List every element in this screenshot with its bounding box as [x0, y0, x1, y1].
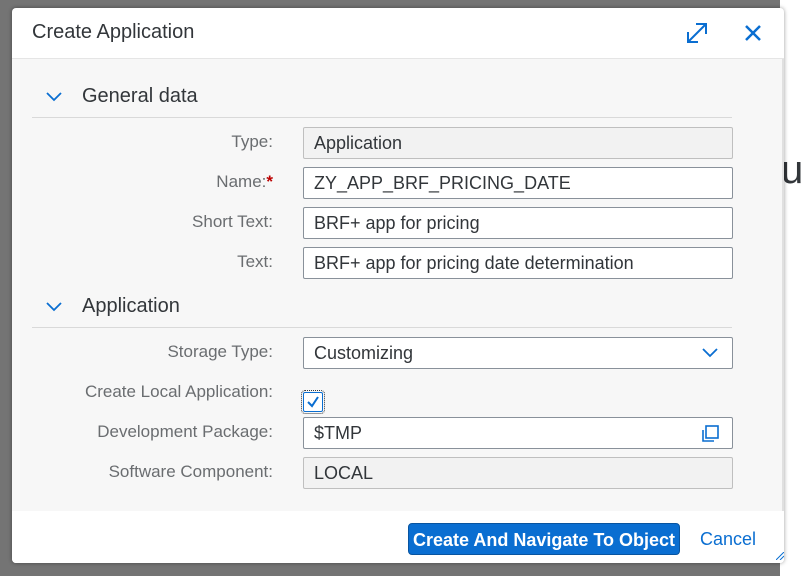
create-and-navigate-button[interactable]: Create And Navigate To Object [408, 523, 680, 555]
name-field[interactable]: ZY_APP_BRF_PRICING_DATE [303, 167, 733, 199]
dialog-footer: Create And Navigate To Object Cancel [12, 513, 784, 563]
close-icon[interactable] [740, 20, 766, 46]
chevron-down-icon[interactable] [702, 348, 718, 358]
create-application-dialog: Create Application General data Type: Ap… [12, 8, 784, 563]
software-component-field: LOCAL [303, 457, 733, 489]
short-text-label: Short Text: [192, 212, 273, 231]
local-app-checkbox[interactable] [301, 390, 325, 414]
dialog-title: Create Application [32, 21, 195, 43]
storage-type-value: Customizing [314, 343, 414, 363]
dialog-content: General data Type: Application Name:* ZY… [12, 59, 784, 511]
resize-grip-icon[interactable] [776, 552, 784, 560]
type-field: Application [303, 127, 733, 159]
section-divider [32, 117, 732, 118]
storage-type-label: Storage Type: [167, 342, 273, 361]
local-app-label: Create Local Application: [84, 382, 273, 401]
section-application[interactable]: Application [32, 293, 732, 323]
dev-package-value: $TMP [314, 423, 363, 443]
section-general-data[interactable]: General data [32, 83, 732, 113]
checkmark-icon [307, 396, 319, 408]
dev-package-field[interactable]: $TMP [303, 417, 733, 449]
cancel-button[interactable]: Cancel [688, 523, 768, 555]
section-title: General data [82, 85, 198, 107]
storage-type-select[interactable]: Customizing [303, 337, 733, 369]
dialog-header: Create Application [12, 8, 784, 59]
type-label: Type: [231, 132, 273, 151]
chevron-down-icon[interactable] [46, 301, 62, 313]
required-marker: * [266, 172, 273, 191]
name-label: Name:* [216, 172, 273, 191]
chevron-down-icon[interactable] [46, 91, 62, 103]
value-help-icon[interactable] [700, 424, 720, 444]
section-title: Application [82, 295, 180, 317]
background-partial-text: u [781, 148, 803, 192]
short-text-field[interactable]: BRF+ app for pricing [303, 207, 733, 239]
software-component-label: Software Component: [108, 462, 273, 481]
section-divider [32, 327, 732, 328]
dev-package-label: Development Package: [97, 422, 273, 441]
expand-icon[interactable] [684, 20, 710, 46]
text-label: Text: [237, 252, 273, 271]
text-field[interactable]: BRF+ app for pricing date determination [303, 247, 733, 279]
